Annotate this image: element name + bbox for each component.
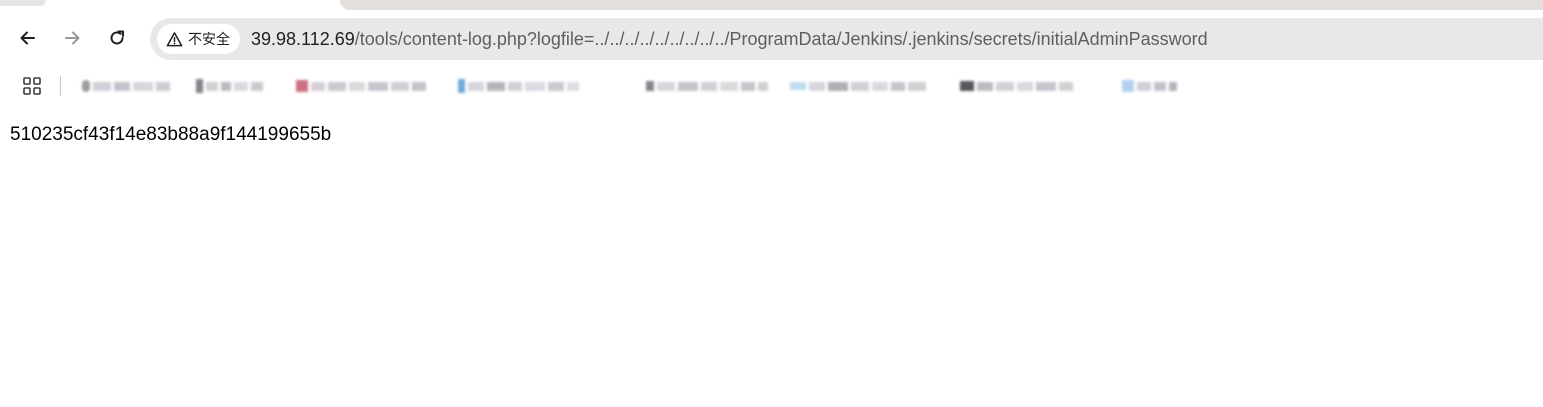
forward-arrow-icon [65,31,80,45]
browser-toolbar: 不安全 39.98.112.69/tools/content-log.php?l… [0,10,1543,68]
back-button[interactable] [14,24,42,52]
bookmark-item[interactable] [296,75,426,97]
bookmark-item[interactable] [790,75,926,97]
active-tab[interactable] [340,0,1543,10]
url-text[interactable]: 39.98.112.69/tools/content-log.php?logfi… [251,29,1208,50]
url-path: /tools/content-log.php?logfile=../../../… [354,28,1208,49]
warning-triangle-icon [166,31,183,46]
bookmark-item[interactable] [960,75,1073,97]
bookmarks-divider [60,76,61,96]
bookmark-item[interactable] [1122,75,1177,97]
bookmark-item[interactable] [196,75,263,97]
tab[interactable] [0,0,46,6]
bookmark-item[interactable] [82,75,170,97]
tab-strip [0,0,1543,10]
address-bar[interactable]: 不安全 39.98.112.69/tools/content-log.php?l… [150,18,1543,60]
apps-grid-icon[interactable] [22,76,42,96]
security-indicator[interactable]: 不安全 [157,24,240,54]
page-body-text: 510235cf43f14e83b88a9f144199655b [10,124,332,145]
reload-icon [110,30,124,45]
bookmark-item[interactable] [646,75,768,97]
bookmarks-bar [0,68,1543,102]
security-label: 不安全 [188,31,230,47]
bookmark-item[interactable] [458,75,579,97]
url-host: 39.98.112.69 [251,28,355,49]
forward-button[interactable] [58,24,86,52]
back-arrow-icon [20,31,35,45]
reload-button[interactable] [103,24,131,52]
